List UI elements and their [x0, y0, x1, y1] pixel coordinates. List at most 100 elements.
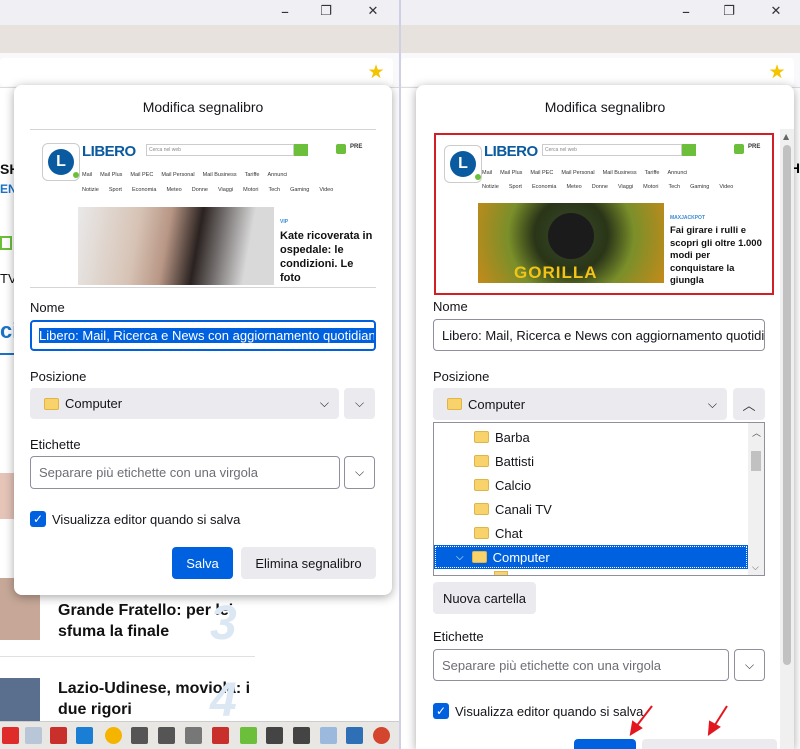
thumb-nav-top: Mail Mail Plus Mail PEC Mail Personal Mail B…: [82, 172, 288, 178]
show-editor-checkbox[interactable]: ✓: [30, 511, 46, 527]
folder-icon: [474, 503, 489, 515]
taskbar-icon-11[interactable]: [266, 727, 283, 744]
folder-item-barba[interactable]: Barba: [434, 425, 748, 449]
folder-label: Computer: [492, 549, 550, 565]
folder-icon: [471, 551, 487, 563]
taskbar-icon-2[interactable]: [25, 727, 42, 744]
thumb-nav-top: Mail Mail Plus Mail PEC Mail Personal Mail B…: [482, 170, 688, 176]
chevron-down-icon[interactable]: ⌵: [752, 563, 759, 573]
url-bar[interactable]: ★: [0, 58, 393, 86]
taskbar-icon-3[interactable]: [50, 727, 67, 744]
thumb-pre: PRE: [748, 144, 761, 150]
expand-tags-button[interactable]: ⌵: [344, 456, 375, 489]
bg-number-3: 3: [210, 597, 237, 650]
url-bar[interactable]: ★: [401, 58, 794, 86]
dialog-title: Modifica segnalibro: [142, 99, 264, 115]
folder-item-calcio[interactable]: Calcio: [434, 473, 748, 497]
folder-label: Calcio: [495, 477, 532, 493]
show-editor-label: Visualizza editor quando si salva: [52, 512, 241, 527]
thumb-grid-icon: [734, 144, 744, 154]
libero-wordmark: LIBERO: [82, 143, 136, 160]
expand-tags-button[interactable]: ⌵: [734, 649, 765, 681]
scroll-up-icon[interactable]: ▲: [783, 132, 789, 141]
restore-icon[interactable]: ❐: [318, 4, 334, 20]
taskbar-icon-13[interactable]: [320, 727, 337, 744]
delete-bookmark-button[interactable]: Elimina segnalibro: [241, 547, 376, 579]
save-button[interactable]: Salva: [172, 547, 233, 579]
taskbar-icon-4[interactable]: [76, 727, 93, 744]
taskbar-icon-8[interactable]: [185, 727, 202, 744]
name-input[interactable]: Libero: Mail, Ricerca e News con aggiorn…: [30, 320, 376, 351]
show-editor-checkbox[interactable]: ✓: [433, 703, 449, 719]
bookmark-star-icon[interactable]: ★: [767, 62, 787, 82]
logo-dot: [73, 172, 79, 178]
nav-bar: ★: [401, 53, 800, 88]
folder-item-chat[interactable]: Chat: [434, 521, 748, 545]
taskbar-icon-5[interactable]: [105, 727, 122, 744]
folder-item-canali-tv[interactable]: Canali TV: [434, 497, 748, 521]
collapse-folders-button[interactable]: ︿: [733, 388, 765, 420]
bg-number-4: 4: [210, 674, 237, 727]
folder-icon: [44, 397, 59, 410]
tags-placeholder: Separare più etichette con una virgola: [39, 465, 258, 480]
chevron-down-icon: ⌵: [319, 396, 329, 410]
taskbar-icon-14[interactable]: [346, 727, 363, 744]
folder-tree[interactable]: Barba Battisti Calcio Canali TV Chat ⌵ Co…: [433, 422, 765, 576]
logo-letter: L: [48, 149, 74, 175]
close-icon[interactable]: ✕: [365, 4, 381, 20]
new-folder-button[interactable]: Nuova cartella: [433, 582, 536, 614]
bg-list-icon: [0, 236, 12, 250]
bg-divider: [0, 353, 14, 355]
folder-icon: [474, 431, 489, 443]
tab-strip: [401, 25, 800, 53]
close-icon[interactable]: ✕: [768, 4, 784, 20]
taskbar-icon-7[interactable]: [158, 727, 175, 744]
tree-scrollbar[interactable]: ︿ ⌵: [748, 423, 764, 575]
taskbar-icon-6[interactable]: [131, 727, 148, 744]
minimize-icon[interactable]: –: [678, 4, 694, 20]
folder-label: Battisti: [495, 453, 535, 469]
folder-item-computer[interactable]: ⌵ Computer: [434, 545, 748, 569]
taskbar: [0, 721, 399, 749]
edit-bookmark-dialog: Modifica segnalibro L LIBERO Cerca nel w…: [14, 85, 392, 595]
bg-thumb-3[interactable]: [0, 678, 40, 723]
chevron-up-icon: ︿: [742, 398, 756, 414]
left-browser-window: – ❐ ✕ ★ SH EN TV ci Grande Fratello: per…: [0, 0, 399, 749]
chevron-up-icon[interactable]: ︿: [752, 426, 761, 439]
tree-scroll-thumb[interactable]: [751, 451, 761, 471]
edit-bookmark-dialog-expanded: Modifica segnalibro ▲ L LIBERO Cerca nel…: [416, 85, 794, 749]
bg-separator: [0, 656, 255, 657]
libero-logo: L: [42, 143, 80, 181]
chevron-down-icon: ⌵: [707, 396, 717, 411]
tags-input[interactable]: Separare più etichette con una virgola: [433, 649, 729, 681]
logo-dot: [475, 174, 481, 180]
bookmark-star-icon[interactable]: ★: [366, 62, 386, 82]
folder-item-battisti[interactable]: Battisti: [434, 449, 748, 473]
hero-image-kate: [78, 207, 274, 285]
taskbar-icon-15[interactable]: [373, 727, 390, 744]
libero-wordmark: LIBERO: [484, 143, 538, 160]
tags-label: Etichette: [433, 629, 484, 644]
taskbar-icon-10[interactable]: [240, 727, 257, 744]
taskbar-icon-12[interactable]: [293, 727, 310, 744]
position-select[interactable]: Computer ⌵: [433, 388, 727, 420]
folder-label: Canali TV: [495, 501, 552, 517]
taskbar-icon-1[interactable]: [2, 727, 19, 744]
restore-icon[interactable]: ❐: [721, 4, 737, 20]
hero-image-gorilla: GORILLA: [478, 203, 664, 283]
dialog-scrollbar[interactable]: ▲: [780, 129, 794, 749]
folder-label: Barba: [495, 429, 530, 445]
taskbar-icon-9[interactable]: [212, 727, 229, 744]
tags-input[interactable]: Separare più etichette con una virgola: [30, 456, 340, 489]
chevron-down-icon[interactable]: ⌵: [456, 552, 464, 563]
position-select[interactable]: Computer ⌵: [30, 388, 339, 419]
thumb-pre: PRE: [350, 144, 363, 150]
thumb-search-icon: [294, 144, 308, 156]
title-separator: [30, 129, 376, 130]
tab-strip: [0, 25, 399, 53]
minimize-icon[interactable]: –: [277, 4, 293, 20]
expand-folders-button[interactable]: ⌵: [344, 388, 375, 419]
folder-icon: [447, 398, 462, 410]
scroll-thumb[interactable]: [783, 145, 791, 665]
name-input[interactable]: Libero: Mail, Ricerca e News con aggiorn…: [433, 319, 765, 351]
